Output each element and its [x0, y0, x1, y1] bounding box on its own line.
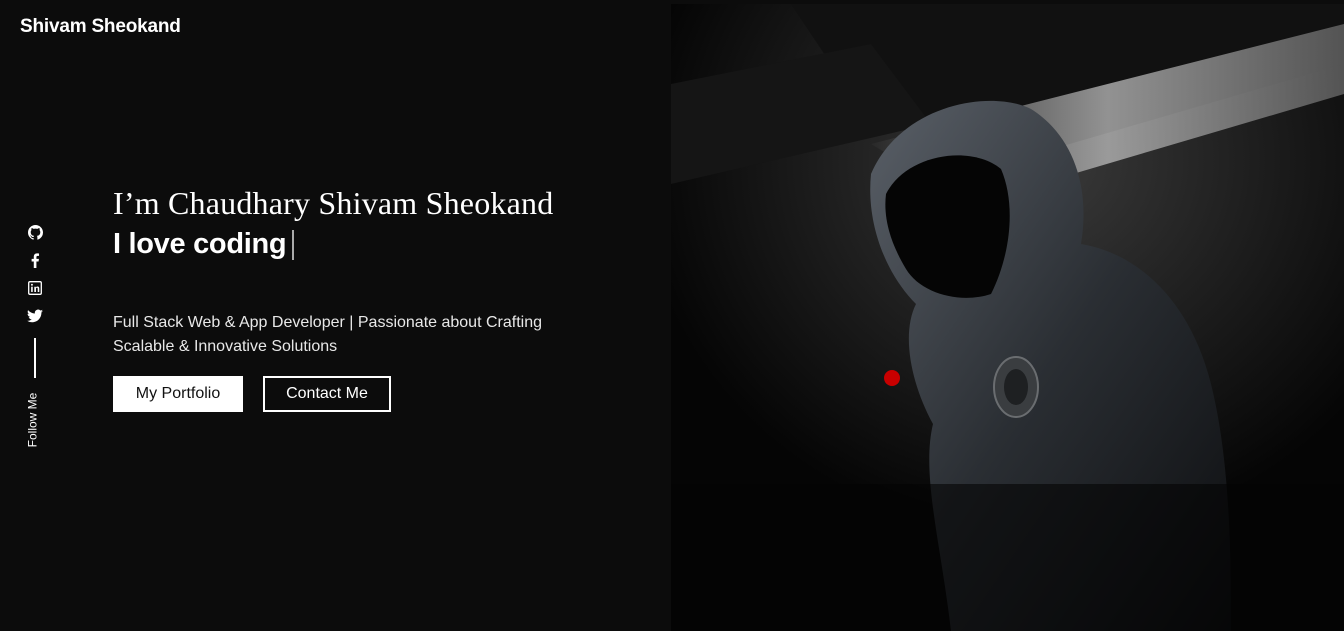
facebook-icon	[31, 252, 40, 268]
facebook-link[interactable]	[25, 250, 45, 270]
social-divider	[34, 338, 36, 378]
social-links	[24, 222, 46, 378]
hooded-figure-image	[671, 4, 1344, 631]
github-link[interactable]	[25, 222, 45, 242]
hero-photo	[671, 4, 1344, 631]
twitter-icon	[27, 309, 43, 323]
typing-cursor	[292, 229, 295, 260]
follow-me-label: Follow Me	[25, 392, 39, 448]
typed-tagline: I love coding	[113, 228, 593, 261]
hero-section: I’m Chaudhary Shivam Sheokand I love cod…	[113, 184, 593, 412]
cursor-dot	[884, 370, 900, 386]
github-icon	[27, 224, 43, 240]
page: Shivam Sheokand Follow Me I’m Chaudhary …	[0, 0, 1344, 631]
typed-text: I love coding	[113, 228, 287, 260]
hero-title: I’m Chaudhary Shivam Sheokand	[113, 185, 554, 221]
hero-description: Full Stack Web & App Developer | Passion…	[113, 314, 542, 355]
linkedin-link[interactable]	[25, 278, 45, 298]
my-portfolio-button[interactable]: My Portfolio	[113, 376, 243, 412]
hero-buttons: My Portfolio Contact Me	[113, 376, 593, 412]
linkedin-icon	[28, 281, 42, 295]
twitter-link[interactable]	[25, 306, 45, 326]
site-logo[interactable]: Shivam Sheokand	[20, 16, 181, 38]
contact-me-button[interactable]: Contact Me	[263, 376, 391, 412]
